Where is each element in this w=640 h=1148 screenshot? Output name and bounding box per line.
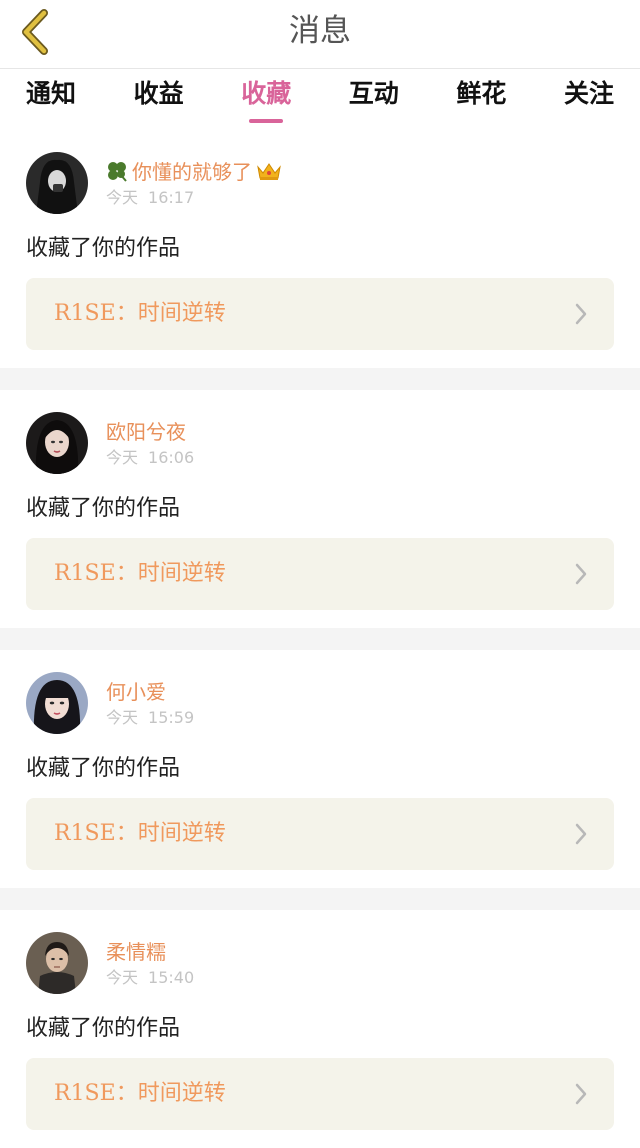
timestamp-time: 16:17 bbox=[148, 188, 195, 207]
clover-icon bbox=[108, 161, 127, 182]
page-title: 消息 bbox=[289, 13, 351, 49]
username-text: 欧阳兮夜 bbox=[106, 420, 186, 444]
timestamp-date: 今天 bbox=[106, 708, 139, 727]
username[interactable]: 柔情糯 bbox=[106, 936, 166, 965]
tab-notifications[interactable]: 通知 bbox=[26, 69, 76, 125]
timestamp-time: 15:59 bbox=[148, 708, 195, 727]
chevron-right-icon bbox=[575, 1083, 587, 1105]
work-title: R1SE：时间逆转 bbox=[54, 561, 226, 586]
message-list: 你懂的就够了 今天 16:17 收藏了你的作品 R1SE：时间逆转 欧阳兮夜 今… bbox=[0, 130, 640, 1148]
tab-interactions[interactable]: 互动 bbox=[349, 69, 399, 125]
username-text: 何小爱 bbox=[106, 680, 166, 704]
tab-label: 收益 bbox=[133, 79, 184, 108]
divider bbox=[0, 368, 640, 390]
message-item: 欧阳兮夜 今天 16:06 收藏了你的作品 R1SE：时间逆转 bbox=[0, 390, 640, 628]
work-card[interactable]: R1SE：时间逆转 bbox=[26, 798, 614, 870]
tab-underline bbox=[249, 119, 284, 123]
timestamp: 今天 16:17 bbox=[106, 184, 194, 208]
tab-follows[interactable]: 关注 bbox=[564, 69, 614, 125]
chevron-right-icon bbox=[575, 563, 587, 585]
timestamp-date: 今天 bbox=[106, 968, 139, 987]
timestamp-date: 今天 bbox=[106, 448, 139, 467]
tab-favorites[interactable]: 收藏 bbox=[241, 69, 291, 125]
message-item: 你懂的就够了 今天 16:17 收藏了你的作品 R1SE：时间逆转 bbox=[0, 130, 640, 368]
work-card[interactable]: R1SE：时间逆转 bbox=[26, 278, 614, 350]
timestamp-date: 今天 bbox=[106, 188, 139, 207]
tab-bar: 通知 收益 收藏 互动 鲜花 关注 bbox=[0, 69, 640, 125]
divider bbox=[0, 628, 640, 650]
tab-flowers[interactable]: 鲜花 bbox=[456, 69, 506, 125]
divider bbox=[0, 888, 640, 910]
tab-label: 收藏 bbox=[241, 79, 292, 108]
message-item: 何小爱 今天 15:59 收藏了你的作品 R1SE：时间逆转 bbox=[0, 650, 640, 888]
timestamp: 今天 15:59 bbox=[106, 704, 194, 728]
action-text: 收藏了你的作品 bbox=[26, 1016, 181, 1041]
work-card[interactable]: R1SE：时间逆转 bbox=[26, 1058, 614, 1130]
message-item: 柔情糯 今天 15:40 收藏了你的作品 R1SE：时间逆转 bbox=[0, 910, 640, 1148]
action-text: 收藏了你的作品 bbox=[26, 496, 181, 521]
tab-earnings[interactable]: 收益 bbox=[134, 69, 184, 125]
username-text: 你懂的就够了 bbox=[132, 160, 252, 184]
chevron-right-icon bbox=[575, 823, 587, 845]
username-text: 柔情糯 bbox=[106, 940, 166, 964]
tab-label: 通知 bbox=[26, 79, 77, 108]
work-card[interactable]: R1SE：时间逆转 bbox=[26, 538, 614, 610]
work-title: R1SE：时间逆转 bbox=[54, 821, 226, 846]
work-title: R1SE：时间逆转 bbox=[54, 301, 226, 326]
action-text: 收藏了你的作品 bbox=[26, 756, 181, 781]
crown-icon bbox=[257, 162, 281, 180]
avatar[interactable] bbox=[26, 152, 88, 214]
timestamp-time: 15:40 bbox=[148, 968, 195, 987]
username[interactable]: 欧阳兮夜 bbox=[106, 416, 186, 445]
tab-label: 关注 bbox=[563, 79, 614, 108]
avatar[interactable] bbox=[26, 932, 88, 994]
avatar[interactable] bbox=[26, 412, 88, 474]
work-title: R1SE：时间逆转 bbox=[54, 1081, 226, 1106]
timestamp: 今天 16:06 bbox=[106, 444, 194, 468]
timestamp: 今天 15:40 bbox=[106, 964, 194, 988]
header-bar: 消息 bbox=[0, 0, 640, 69]
avatar[interactable] bbox=[26, 672, 88, 734]
action-text: 收藏了你的作品 bbox=[26, 236, 181, 261]
chevron-right-icon bbox=[575, 303, 587, 325]
username[interactable]: 何小爱 bbox=[106, 676, 166, 705]
timestamp-time: 16:06 bbox=[148, 448, 195, 467]
username[interactable]: 你懂的就够了 bbox=[106, 156, 282, 185]
tab-label: 互动 bbox=[348, 79, 399, 108]
tab-label: 鲜花 bbox=[456, 79, 507, 108]
